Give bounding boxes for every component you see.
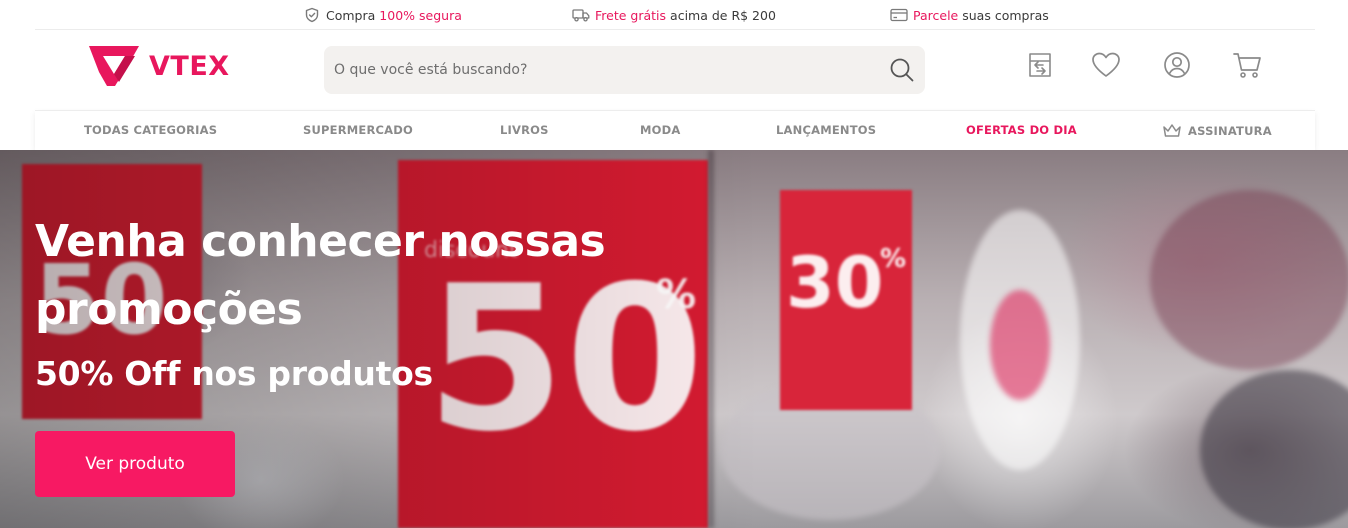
- hero-title: Venha conhecer nossas promoções: [35, 216, 606, 335]
- vtex-logo[interactable]: VTEX: [85, 42, 230, 90]
- nav-item-ofertas-do-dia[interactable]: OFERTAS DO DIA: [966, 123, 1077, 137]
- logo-text: VTEX: [149, 50, 230, 82]
- secure-purchase-notice: Compra 100% segura: [303, 6, 462, 24]
- hero-sign-right-number: 30: [786, 242, 884, 324]
- hero-sign-right-percent: %: [880, 244, 907, 274]
- vtex-logo-mark-icon: [89, 46, 139, 86]
- installments-notice: Parcele suas compras: [890, 6, 1049, 24]
- credit-card-icon: [890, 6, 908, 24]
- search-icon: [890, 58, 914, 82]
- free-shipping-highlight: Frete grátis: [595, 7, 667, 23]
- nav-item-livros[interactable]: LIVROS: [500, 123, 549, 137]
- hero-bg-pink-garment: [990, 290, 1050, 400]
- nav-item-todas-categorias[interactable]: TODAS CATEGORIAS: [84, 123, 217, 137]
- ver-produto-button[interactable]: Ver produto: [35, 431, 235, 497]
- cart-button[interactable]: [1232, 50, 1262, 80]
- search-input[interactable]: [334, 46, 874, 94]
- truck-icon: [572, 6, 590, 24]
- cart-icon: [1233, 53, 1261, 78]
- top-info-bar: Compra 100% segura Frete grátis acima de…: [0, 0, 1348, 30]
- installments-highlight: Parcele: [913, 7, 959, 23]
- hero-banner[interactable]: 50 discount 50 % 30 % Venha conhecer nos…: [0, 150, 1348, 528]
- nav-item-moda[interactable]: MODA: [640, 123, 680, 137]
- search-bar: [324, 46, 925, 94]
- hero-subtitle: 50% Off nos produtos: [35, 354, 433, 393]
- heart-icon: [1092, 52, 1120, 77]
- nav-item-supermercado[interactable]: SUPERMERCADO: [303, 123, 413, 137]
- hero-bg-clothes-rack: [1150, 190, 1348, 370]
- user-icon: [1164, 52, 1190, 78]
- nav-item-lancamentos[interactable]: LANÇAMENTOS: [776, 123, 876, 137]
- account-button[interactable]: [1162, 50, 1192, 80]
- site-header: VTEX: [0, 30, 1348, 110]
- wishlist-button[interactable]: [1091, 50, 1121, 80]
- shield-check-icon: [303, 6, 321, 24]
- crown-icon: [1162, 123, 1182, 139]
- hero-bg-dark-clothes: [1200, 370, 1348, 528]
- search-button[interactable]: [887, 55, 917, 85]
- nav-item-assinatura-label: ASSINATURA: [1188, 124, 1272, 138]
- store-button[interactable]: [1025, 50, 1055, 80]
- free-shipping-text-after: acima de R$ 200: [670, 7, 776, 23]
- secure-text-highlight: 100% segura: [379, 7, 462, 23]
- main-navigation: TODAS CATEGORIAS SUPERMERCADO LIVROS MOD…: [35, 110, 1315, 150]
- store-icon: [1029, 53, 1051, 77]
- nav-item-assinatura[interactable]: ASSINATURA: [1162, 123, 1272, 139]
- installments-text-after: suas compras: [962, 7, 1049, 23]
- secure-text-before: Compra: [326, 7, 376, 23]
- hero-sign-right: 30 %: [780, 190, 912, 410]
- free-shipping-notice: Frete grátis acima de R$ 200: [572, 6, 776, 24]
